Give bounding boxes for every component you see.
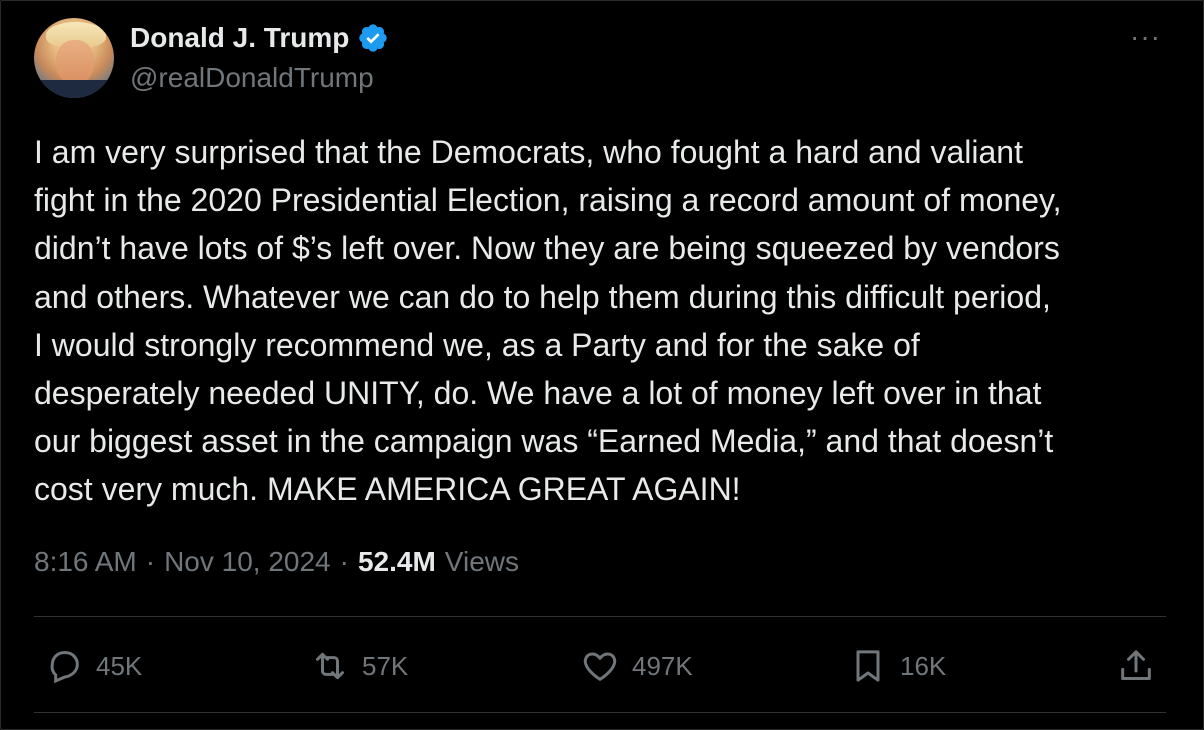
bookmark-icon	[856, 650, 880, 682]
repost-count: 57K	[362, 650, 409, 681]
like-count: 497K	[632, 650, 693, 681]
avatar-suit	[34, 80, 114, 98]
repost-button[interactable]: 57K	[310, 640, 408, 692]
views-count: 52.4M	[357, 546, 436, 577]
share-icon	[1121, 650, 1151, 680]
tweet-meta: 8:16 AM · Nov 10, 2024 · 52.4M Views	[34, 546, 519, 578]
meta-separator: ·	[145, 546, 156, 577]
tweet-line: I am very surprised that the Democrats, …	[34, 134, 1023, 170]
heart-icon	[583, 652, 617, 681]
tweet-time[interactable]: 8:16 AM	[34, 546, 137, 578]
like-button[interactable]: 497K	[580, 640, 693, 692]
author-handle[interactable]: @realDonaldTrump	[130, 62, 374, 94]
tweet-line: fight in the 2020 Presidential Election,…	[34, 182, 1062, 219]
action-bar: 45K 57K 497K 16K	[0, 640, 1204, 692]
reply-icon	[50, 651, 79, 684]
tweet-line: cost very much. MAKE AMERICA GREAT AGAIN…	[34, 471, 741, 508]
divider-bottom	[34, 712, 1166, 713]
tweet-line: I would strongly recommend we, as a Part…	[34, 326, 920, 363]
meta-separator: ·	[339, 546, 349, 577]
verified-badge-icon[interactable]	[357, 22, 389, 54]
divider-top	[34, 616, 1166, 617]
bookmark-count: 16K	[900, 650, 947, 681]
avatar[interactable]	[34, 18, 114, 98]
more-options-icon[interactable]: ···	[1130, 23, 1161, 51]
author-name[interactable]: Donald J. Trump	[130, 22, 349, 54]
reply-count: 45K	[96, 650, 143, 681]
views-label: Views	[444, 546, 519, 577]
tweet-line: our biggest asset in the campaign was “E…	[34, 423, 1054, 460]
bookmark-button[interactable]: 16K	[848, 640, 946, 692]
reply-button[interactable]: 45K	[44, 640, 142, 692]
avatar-face	[56, 40, 94, 84]
author-name-row[interactable]: Donald J. Trump	[130, 22, 389, 54]
tweet-line: didn’t have lots of $’s left over. Now t…	[34, 230, 1060, 267]
tweet-date[interactable]: Nov 10, 2024	[164, 546, 331, 578]
repost-icon	[316, 652, 344, 680]
tweet-text: I am very surprised that the Democrats, …	[34, 128, 1184, 514]
tweet-line: and others. Whatever we can do to help t…	[34, 278, 1051, 315]
tweet-line: desperately needed UNITY, do. We have a …	[34, 375, 1042, 412]
share-button[interactable]	[1116, 640, 1156, 692]
